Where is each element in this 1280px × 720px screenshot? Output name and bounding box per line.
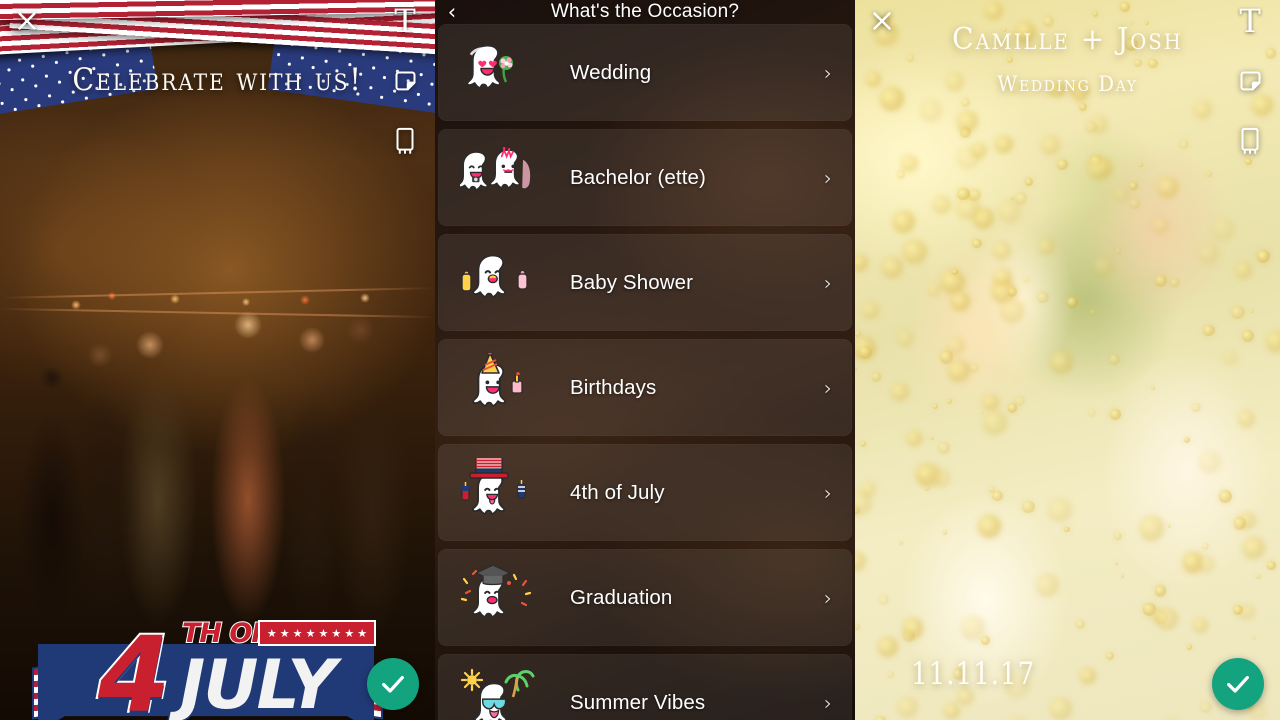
occasion-label: Birthdays (536, 376, 824, 400)
occasion-row-summer-vibes[interactable]: Summer Vibes› (438, 654, 852, 720)
right-overlay-title: Camille + Josh (870, 22, 1265, 57)
occasion-row-baby-shower[interactable]: Baby Shower› (438, 234, 852, 331)
app-screen: Celebrate with us! TH OF ★ ★ ★ ★ ★ ★ ★ ★… (0, 0, 1280, 720)
fourth-of-july-badge: TH OF ★ ★ ★ ★ ★ ★ ★ ★ JULY 4 (30, 608, 385, 720)
ghost-couple-veil-icon (460, 143, 536, 213)
left-overlay-title: Celebrate with us! (17, 62, 417, 98)
badge-number: 4 (98, 633, 170, 718)
occasion-row-4th-of-july[interactable]: 4th of July› (438, 444, 852, 541)
chevron-right-icon: › (824, 691, 836, 715)
right-confirm-button[interactable] (1212, 658, 1264, 710)
occasion-label: Graduation (536, 586, 824, 610)
left-preview-panel: Celebrate with us! TH OF ★ ★ ★ ★ ★ ★ ★ ★… (0, 0, 435, 720)
occasion-label: Baby Shower (536, 271, 824, 295)
chevron-right-icon: › (824, 481, 836, 505)
chevron-right-icon: › (824, 586, 836, 610)
occasion-picker-header: ‹ What's the Occasion? (435, 0, 855, 24)
sticker-tool-icon[interactable] (390, 64, 420, 98)
text-tool-icon[interactable]: T (390, 4, 420, 38)
text-tool-icon[interactable]: T (1235, 4, 1265, 38)
wedding-photo (855, 0, 1280, 720)
back-button[interactable]: ‹ (435, 0, 469, 24)
close-icon[interactable] (867, 6, 897, 36)
chevron-right-icon: › (824, 271, 836, 295)
occasion-row-bachelor-ette[interactable]: Bachelor (ette)› (438, 129, 852, 226)
ghost-baby-bottle-icon (460, 248, 536, 318)
badge-stars-strip: ★ ★ ★ ★ ★ ★ ★ ★ (258, 620, 376, 646)
chevron-right-icon: › (824, 61, 836, 85)
badge-ordinal: TH OF (182, 618, 269, 649)
occasion-row-wedding[interactable]: Wedding› (438, 24, 852, 121)
occasion-label: Summer Vibes (536, 691, 824, 715)
occasion-picker-panel: ‹ What's the Occasion? Wedding›Bachelor … (435, 0, 855, 720)
right-preview-panel: Camille + Josh Wedding Day 11.11.17 T (855, 0, 1280, 720)
ghost-party-hat-icon (460, 353, 536, 423)
chevron-right-icon: › (824, 376, 836, 400)
occasion-list: Wedding›Bachelor (ette)›Baby Shower›Birt… (435, 24, 855, 720)
occasion-label: Wedding (536, 61, 824, 85)
occasion-label: Bachelor (ette) (536, 166, 824, 190)
right-tool-rail: T (1230, 4, 1270, 158)
right-overlay-date: 11.11.17 (911, 656, 1035, 692)
cutout-tool-icon[interactable] (390, 124, 420, 158)
close-icon[interactable] (12, 6, 42, 36)
occasion-row-graduation[interactable]: Graduation› (438, 549, 852, 646)
ghost-sunglasses-palm-icon (460, 668, 536, 720)
badge-month: JULY (180, 655, 335, 716)
occasion-label: 4th of July (536, 481, 824, 505)
occasion-row-birthdays[interactable]: Birthdays› (438, 339, 852, 436)
right-overlay-subtitle: Wedding Day (870, 72, 1265, 96)
page-title: What's the Occasion? (469, 1, 821, 23)
left-confirm-button[interactable] (367, 658, 419, 710)
sticker-tool-icon[interactable] (1235, 64, 1265, 98)
cutout-tool-icon[interactable] (1235, 124, 1265, 158)
chevron-right-icon: › (824, 166, 836, 190)
ghost-bride-bouquet-icon (460, 38, 536, 108)
left-tool-rail: T (385, 4, 425, 158)
ghost-uncle-sam-hat-icon (460, 458, 536, 528)
ghost-grad-cap-icon (460, 563, 536, 633)
